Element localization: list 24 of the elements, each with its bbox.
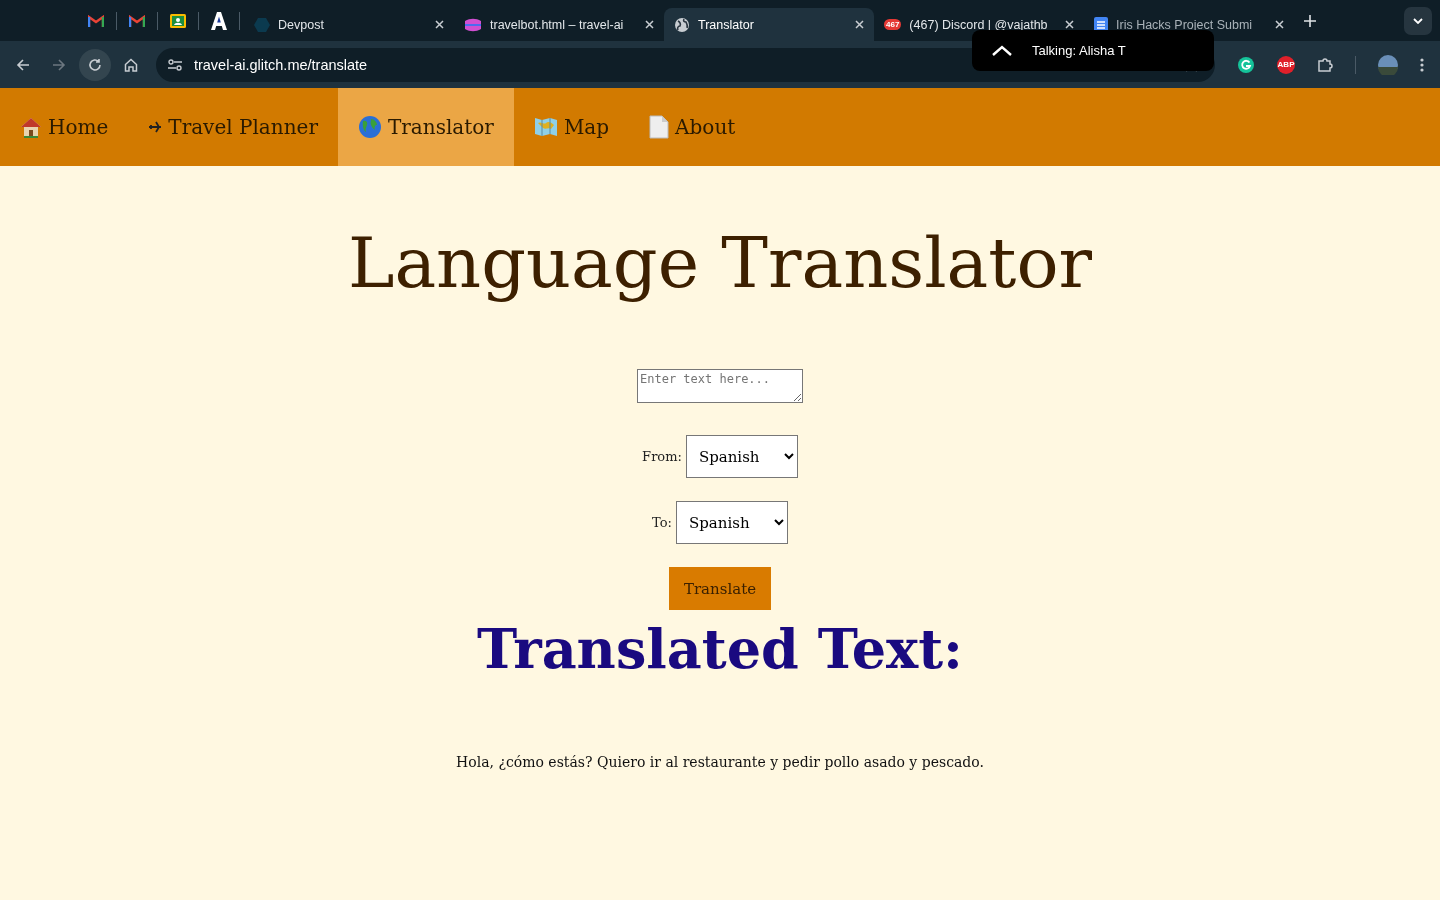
nav-link[interactable]: About: [629, 88, 756, 166]
tab-title: travelbot.html – travel-ai: [490, 17, 625, 32]
nav-link[interactable]: Translator: [337, 88, 514, 166]
page-title: Language Translator: [347, 221, 1093, 306]
nav-link[interactable]: Map: [513, 88, 630, 166]
from-label: From:: [642, 449, 682, 464]
adblock-icon[interactable]: ABP: [1277, 55, 1295, 74]
nav-link[interactable]: Travel Planner: [128, 88, 338, 166]
to-language-select[interactable]: Spanish: [675, 501, 788, 544]
from-language-select[interactable]: Spanish: [685, 435, 798, 478]
tab-title: Iris Hacks Project Submi: [1116, 17, 1254, 32]
tab-title: Translator: [698, 17, 755, 32]
nav-link[interactable]: Home: [0, 88, 129, 166]
browser-tab[interactable]: Devpost: [244, 8, 454, 41]
notification-badge: 467: [884, 19, 902, 30]
translated-text: Hola, ¿cómo estás? Quiero ir al restaurante y pedir pollo asado y pescado.: [456, 754, 984, 771]
url-text: travel-ai.glitch.me/translate: [193, 56, 368, 73]
result-heading: Translated Text:: [476, 616, 964, 683]
tab-title: Devpost: [278, 17, 325, 32]
text-input[interactable]: Enter text here...: [637, 369, 803, 403]
browser-tab[interactable]: Translator: [664, 8, 874, 41]
to-label: To:: [652, 515, 672, 530]
translate-button[interactable]: Translate: [669, 567, 771, 610]
browser-tab[interactable]: travelbot.html – travel-ai: [454, 8, 664, 41]
